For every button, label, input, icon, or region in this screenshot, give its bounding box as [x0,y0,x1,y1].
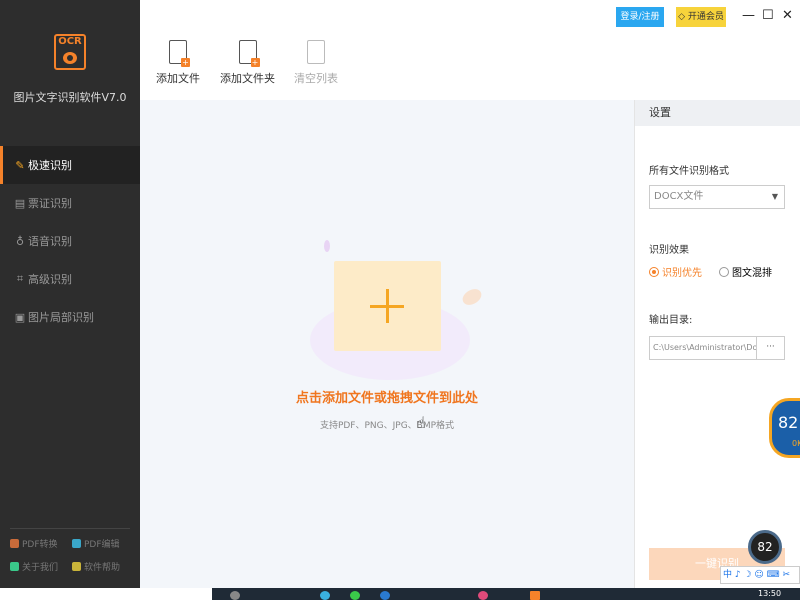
radio-mixed-layout[interactable]: 图文混排 [719,264,772,279]
vip-button[interactable]: ◇ 开通会员 [676,7,726,27]
trash-icon [307,40,325,64]
pdf-convert-icon [10,539,19,548]
speed-percent: 82 [778,413,799,432]
app-icon[interactable] [380,591,390,600]
clear-list-button[interactable]: 清空列表 [294,40,338,86]
add-folder-button[interactable]: + 添加文件夹 [220,40,275,86]
sidebar-item-label: 高级识别 [28,273,72,286]
help-link[interactable]: 软件帮助 [72,560,130,573]
about-link[interactable]: 关于我们 [10,560,68,573]
sidebar: OCR 图片文字识别软件V7.0 ✎ 极速识别 ▤ 票证识别 ♁ 语音识别 ⌗ … [0,0,140,588]
maximize-button[interactable]: ☐ [762,8,774,24]
output-path-field[interactable]: C:\Users\Administrator\Docu [649,336,757,360]
memory-percent: 82 [757,540,773,554]
login-button[interactable]: 登录/注册 [616,7,664,27]
radio-dot [649,266,659,277]
settings-panel: 设置 所有文件识别格式 DOCX文件 ▼ 识别效果 识别优先 图文混排 输出目录… [634,100,800,588]
radio-recognition-first[interactable]: 识别优先 [649,264,702,279]
taskbar-search[interactable] [0,588,212,600]
image-icon: ▣ [14,310,26,324]
browser-icon[interactable] [320,591,330,600]
clear-list-label: 清空列表 [294,72,338,85]
add-folder-icon: + [238,40,260,67]
vip-label: 开通会员 [687,12,724,22]
chevron-down-icon: ▼ [771,192,778,201]
settings-header: 设置 [635,100,800,126]
sidebar-item-advanced-ocr[interactable]: ⌗ 高级识别 [0,260,140,298]
clock: 13:50 [758,589,782,598]
sidebar-item-ticket-ocr[interactable]: ▤ 票证识别 [0,184,140,222]
memory-widget[interactable]: 82 [748,530,782,564]
diamond-icon: ◇ [678,12,686,22]
edit-icon: ✎ [15,158,25,172]
card-icon: ▤ [14,196,26,210]
sidebar-footer: PDF转换 PDF编辑 关于我们 软件帮助 [10,528,130,573]
eye-icon [63,52,77,64]
help-label: 软件帮助 [84,563,121,573]
format-label: 所有文件识别格式 [649,166,729,177]
sidebar-item-voice-ocr[interactable]: ♁ 语音识别 [0,222,140,260]
network-speed-widget[interactable]: 82 0K [769,398,800,458]
sidebar-item-partial-ocr[interactable]: ▣ 图片局部识别 [0,298,140,336]
add-file-plus-icon[interactable] [334,261,441,351]
title-bar: 登录/注册 ◇ 开通会员 — ☐ ✕ [140,0,800,34]
radio-dot [719,266,729,277]
decor-leaf [459,285,485,309]
wechat-icon[interactable] [350,591,360,600]
sidebar-item-label: 语音识别 [28,235,72,248]
sidebar-item-label: 极速识别 [28,159,72,172]
sidebar-item-label: 图片局部识别 [28,311,94,324]
taskbar: 13:50 [0,588,800,600]
add-file-button[interactable]: + 添加文件 [156,40,200,86]
toolbar: + 添加文件 + 添加文件夹 清空列表 [140,34,800,100]
sidebar-nav: ✎ 极速识别 ▤ 票证识别 ♁ 语音识别 ⌗ 高级识别 ▣ 图片局部识别 [0,146,140,336]
decor-petal [324,240,330,252]
pdf-convert-label: PDF转换 [22,540,58,550]
add-file-icon: + [169,40,190,67]
pdf-edit-link[interactable]: PDF编辑 [72,537,130,550]
drop-title[interactable]: 点击添加文件或拖拽文件到此处 [140,387,634,406]
hand-cursor-icon: ☝ [416,413,426,432]
ocr-logo: OCR [54,34,86,70]
file-drop-area[interactable]: 点击添加文件或拖拽文件到此处 支持PDF、PNG、JPG、BMP格式 ☝ [140,100,634,588]
radio-label: 识别优先 [662,268,702,279]
sidebar-item-label: 票证识别 [28,197,72,210]
format-select-value: DOCX文件 [654,191,704,202]
ime-text: 中 ♪ ☽ ☺ ⌨ ✂ [723,570,791,580]
search-icon[interactable] [230,591,240,600]
about-label: 关于我们 [22,563,59,573]
radio-label: 图文混排 [732,268,772,279]
close-button[interactable]: ✕ [782,8,793,24]
help-icon [72,562,81,571]
add-file-label: 添加文件 [156,72,200,85]
about-icon [10,562,19,571]
format-select[interactable]: DOCX文件 ▼ [649,185,785,209]
pdf-edit-label: PDF编辑 [84,540,120,550]
supported-formats: 支持PDF、PNG、JPG、BMP格式 [319,421,455,431]
effect-label: 识别效果 [649,245,689,256]
ocr-app-icon[interactable] [530,591,540,600]
app-icon-2[interactable] [478,591,488,600]
bracket-icon: ⌗ [16,272,24,285]
pdf-edit-icon [72,539,81,548]
output-label: 输出目录: [649,315,693,326]
pdf-convert-link[interactable]: PDF转换 [10,537,68,550]
app-title: 图片文字识别软件V7.0 [13,91,127,104]
ime-toolbar[interactable]: 中 ♪ ☽ ☺ ⌨ ✂ [720,566,800,584]
minimize-button[interactable]: — [742,8,755,24]
mic-icon: ♁ [15,234,25,248]
speed-suffix: 0K [792,439,800,448]
add-folder-label: 添加文件夹 [220,72,275,85]
browse-button[interactable]: ··· [757,336,785,360]
logo-text: OCR [58,36,82,47]
sidebar-item-fast-ocr[interactable]: ✎ 极速识别 [0,146,140,184]
